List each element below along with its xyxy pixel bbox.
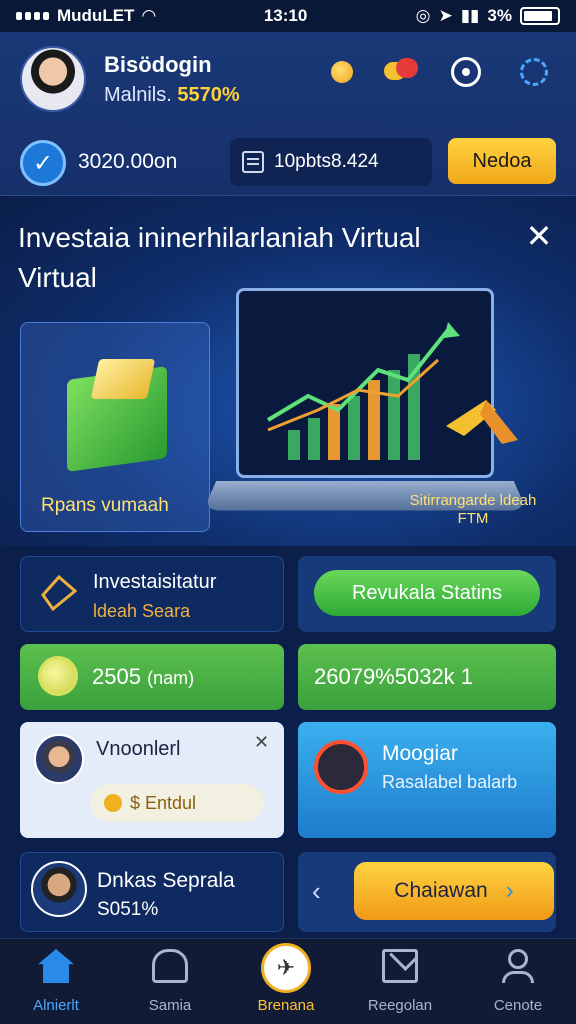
invest-tile[interactable]: Investaisitatur ldeah Seara bbox=[20, 556, 284, 632]
person-value: S051% bbox=[97, 899, 159, 920]
nav-item-mail[interactable]: Reegolan bbox=[350, 949, 450, 1019]
hero-promo-card[interactable]: Rpans vumaah bbox=[20, 322, 210, 532]
wifi-icon: ◠ bbox=[142, 6, 156, 25]
status-time: 13:10 bbox=[263, 6, 308, 25]
coin-icon[interactable] bbox=[324, 54, 360, 90]
gold-block-illustration bbox=[90, 359, 156, 399]
nav-label-home: Alnierlt bbox=[33, 997, 79, 1014]
magnifier-icon bbox=[38, 656, 78, 696]
kite-icon bbox=[41, 574, 78, 612]
person-name: Dnkas Seprala bbox=[97, 869, 235, 892]
points-value: 10pbts8.424 bbox=[274, 151, 379, 172]
user-subtitle: Malnils. 5570% bbox=[104, 84, 240, 107]
mail-icon bbox=[382, 949, 418, 983]
status-bar: MuduLET ◠ 13:10 ◎ ➤ ▮▮ 3% bbox=[0, 0, 576, 32]
user-icon bbox=[500, 949, 536, 983]
center-action-icon: ✈ bbox=[261, 943, 311, 993]
home-icon bbox=[38, 949, 74, 983]
location-pin-icon bbox=[314, 740, 368, 794]
nav-label-bell: Samia bbox=[148, 997, 192, 1014]
map-card-title: Moogiar bbox=[382, 742, 458, 765]
target-icon[interactable] bbox=[448, 54, 484, 90]
alarm-icon: ◎ bbox=[415, 6, 431, 25]
carrier-name: MuduLET bbox=[57, 6, 135, 25]
invest-subtitle: ldeah Seara bbox=[93, 601, 191, 621]
profile-avatar bbox=[34, 734, 84, 784]
header-action-button[interactable]: Nedoa bbox=[448, 138, 556, 184]
balance-row: ✓ 3020.00on 10pbts8.424 Nedoa bbox=[0, 136, 576, 188]
battery-percent: 3% bbox=[487, 6, 512, 25]
start-tile: ‹ Chaiawan › bbox=[298, 852, 556, 932]
bell-icon bbox=[152, 949, 188, 983]
bottom-nav: Alnierlt Samia ✈ Brenana Reegolan Cenote bbox=[0, 938, 576, 1024]
points-field[interactable]: 10pbts8.424 bbox=[230, 138, 432, 186]
refresh-icon[interactable] bbox=[516, 54, 552, 90]
verified-check-icon: ✓ bbox=[20, 140, 66, 186]
person-card[interactable]: Dnkas Seprala S051% bbox=[20, 852, 284, 932]
green-stat-tile-left[interactable]: 2505 (nam) bbox=[20, 644, 284, 710]
nav-item-user[interactable]: Cenote bbox=[468, 949, 568, 1019]
arrow-illustration bbox=[446, 400, 518, 444]
document-icon bbox=[242, 151, 264, 173]
hero-banner[interactable]: Investaia ininerhilarlaniah Virtual Virt… bbox=[0, 196, 576, 546]
user-name: Bisödogin bbox=[104, 52, 212, 77]
profile-card[interactable]: Vnoonlerl ✕ $ Entdul bbox=[20, 722, 284, 838]
cell-signal-icon: ▮▮ bbox=[460, 6, 480, 25]
status-button[interactable]: Revukala Statins bbox=[314, 570, 540, 616]
entry-label: $ Entdul bbox=[130, 792, 197, 813]
hero-left-label: Rpans vumaah bbox=[41, 495, 169, 516]
coin-icon bbox=[104, 794, 122, 812]
green-left-stat: 2505 (nam) bbox=[92, 664, 194, 690]
close-icon[interactable]: ✕ bbox=[254, 732, 269, 753]
signal-icon bbox=[16, 12, 49, 20]
status-tile: Revukala Statins bbox=[298, 556, 556, 632]
user-sub-value: 5570% bbox=[177, 84, 240, 106]
hero-right-label: Sitirrangarde ldeah FTM bbox=[409, 492, 537, 527]
chat-icon[interactable] bbox=[384, 54, 420, 90]
hero-title: Investaia ininerhilarlaniah Virtual Virt… bbox=[18, 222, 421, 293]
entry-pill[interactable]: $ Entdul bbox=[90, 784, 264, 822]
user-avatar[interactable] bbox=[20, 46, 86, 112]
battery-icon bbox=[520, 7, 560, 25]
nav-item-home[interactable]: Alnierlt bbox=[6, 949, 106, 1019]
start-button-label: Chaiawan bbox=[394, 879, 488, 902]
chevron-right-icon: › bbox=[505, 877, 514, 904]
nav-label-center: Brenana bbox=[257, 997, 315, 1014]
green-left-unit: (nam) bbox=[147, 668, 195, 688]
map-card-subtitle: Rasalabel balarb bbox=[382, 772, 518, 792]
close-icon[interactable]: ✕ bbox=[522, 220, 556, 254]
green-stat-tile-right[interactable]: 26079%5032k 1 bbox=[298, 644, 556, 710]
user-sub-label: Malnils. bbox=[104, 84, 172, 106]
invest-title: Investaisitatur bbox=[93, 571, 217, 593]
chevron-left-icon[interactable]: ‹ bbox=[312, 876, 321, 907]
person-avatar bbox=[31, 861, 87, 917]
profile-name: Vnoonlerl bbox=[96, 738, 181, 760]
nav-label-mail: Reegolan bbox=[367, 997, 433, 1014]
profile-header: Bisödogin Malnils. 5570% ✓ 3020.00on 10p… bbox=[0, 32, 576, 196]
green-left-value: 2505 bbox=[92, 664, 141, 689]
nav-item-center[interactable]: ✈ Brenana bbox=[236, 943, 336, 1019]
nav-item-bell[interactable]: Samia bbox=[120, 949, 220, 1019]
nav-label-user: Cenote bbox=[493, 997, 543, 1014]
start-button[interactable]: Chaiawan › bbox=[354, 862, 554, 920]
map-card[interactable]: Moogiar Rasalabel balarb bbox=[298, 722, 556, 838]
location-icon: ➤ bbox=[438, 6, 453, 25]
balance-amount: 3020.00on bbox=[78, 150, 178, 173]
green-right-value: 26079%5032k 1 bbox=[314, 664, 474, 689]
